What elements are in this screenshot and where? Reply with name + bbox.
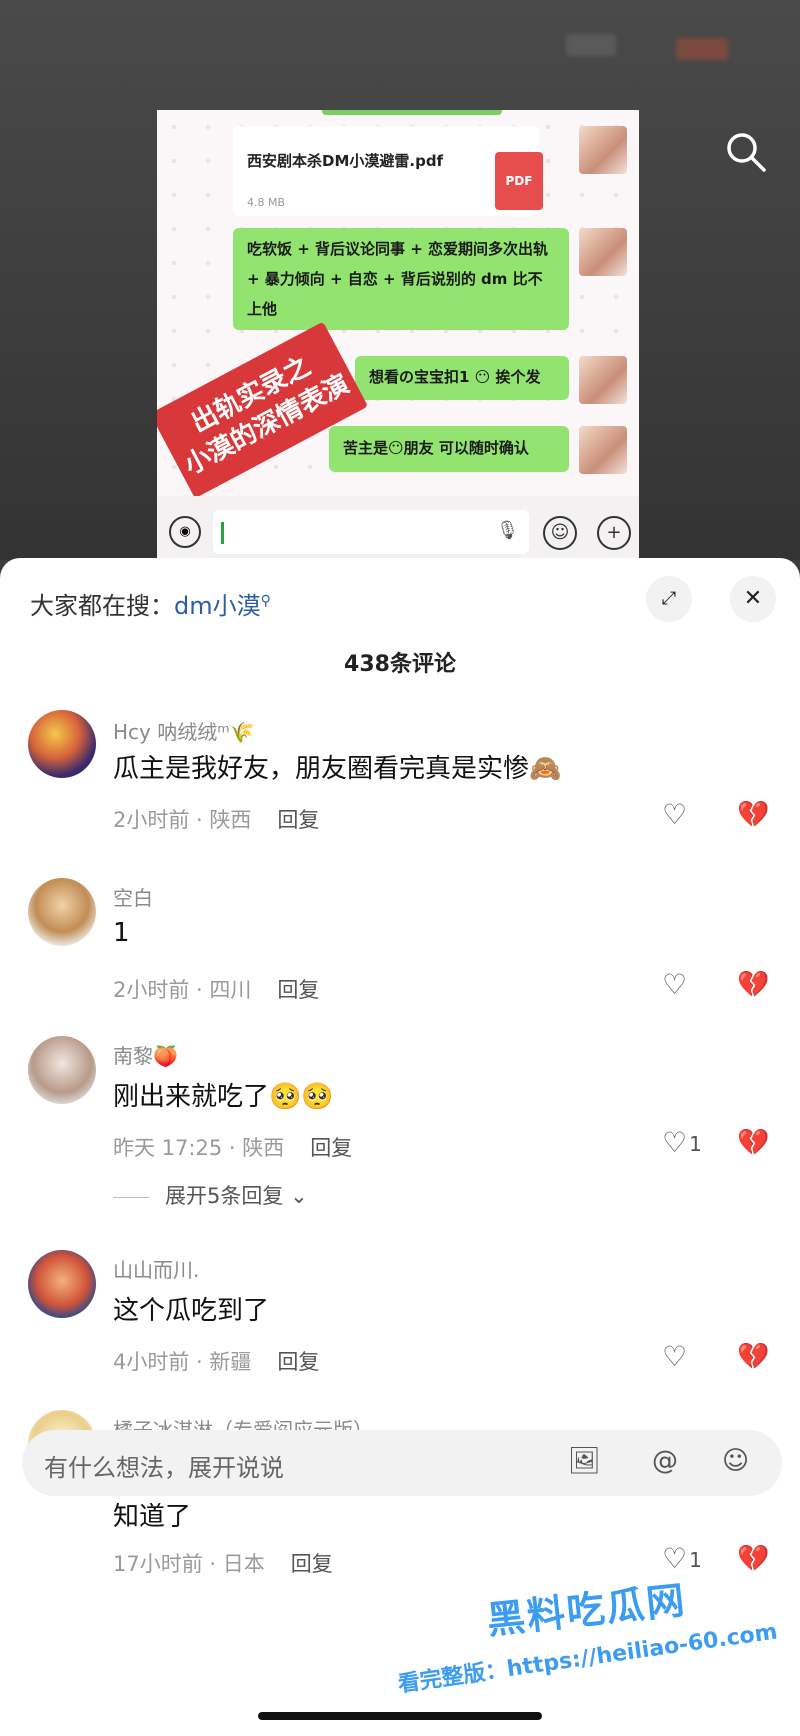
chat-input-bar: ◉ 🎙 ☺ + <box>157 496 639 560</box>
expand-icon[interactable]: ⤢ <box>646 576 692 622</box>
hot-search-label: 大家都在搜： <box>30 592 174 620</box>
search-small-icon: ⚲ <box>260 593 271 609</box>
comment-input-bar[interactable]: 有什么想法，展开说说 🖼 @ ☺ <box>22 1430 782 1496</box>
dislike-broken-heart-icon[interactable]: 💔 <box>737 1128 769 1158</box>
chat-text-field: 🎙 <box>213 510 529 554</box>
chevron-down-icon: ⌄ <box>290 1184 308 1208</box>
image-icon[interactable]: 🖼 <box>568 1446 601 1476</box>
sender-avatar <box>579 426 627 474</box>
voice-icon: ◉ <box>169 516 201 548</box>
comment-text: 刚出来就吃了🥺🥺 <box>113 1082 334 1112</box>
text-caret <box>221 522 224 544</box>
comment-count: 438条评论 <box>344 652 456 677</box>
hot-search-bar[interactable]: 大家都在搜：dm小漠⚲ <box>30 586 271 621</box>
pdf-file-name: 西安剧本杀DM小漠避雷.pdf <box>247 152 444 170</box>
comment-time-location: 2小时前 · 陕西 <box>113 808 252 832</box>
heart-icon: ♡ <box>662 968 688 1001</box>
emoji-icon: ☺ <box>543 516 577 550</box>
like-count: 1 <box>689 1132 702 1156</box>
chat-bubble: 想看の宝宝扣1 😶 挨个发 <box>355 356 569 400</box>
like-button[interactable]: ♡ 1 <box>662 1126 702 1159</box>
heart-icon: ♡ <box>662 1340 688 1373</box>
reply-button[interactable]: 回复 <box>310 1136 352 1160</box>
heart-icon: ♡ <box>662 798 688 831</box>
avatar[interactable] <box>28 1250 96 1318</box>
comments-sheet: 大家都在搜：dm小漠⚲ ⤢ ✕ 438条评论 Hcy 呐绒绒ᵐ🌾 瓜主是我好友，… <box>0 558 800 1736</box>
sender-avatar <box>579 126 627 174</box>
comment-time-location: 昨天 17:25 · 陕西 <box>113 1136 285 1160</box>
sender-avatar <box>579 356 627 404</box>
chat-screenshot: 西安剧本杀DM小漠避雷.pdf 4.8 MB PDF 吃软饭 + 背后议论同事 … <box>157 110 639 560</box>
status-icon <box>566 34 616 56</box>
heart-icon: ♡ <box>662 1126 688 1159</box>
comment-input-placeholder[interactable]: 有什么想法，展开说说 <box>44 1448 284 1483</box>
reply-button[interactable]: 回复 <box>277 978 319 1002</box>
plus-icon: + <box>597 516 631 550</box>
chat-bubble: 苦主是😶朋友 可以随时确认 <box>329 426 569 472</box>
comment-time-location: 2小时前 · 四川 <box>113 978 252 1002</box>
comment-username[interactable]: Hcy 呐绒绒ᵐ🌾 <box>113 716 255 745</box>
expand-replies-label: 展开5条回复 <box>165 1184 284 1208</box>
mention-icon[interactable]: @ <box>652 1446 678 1476</box>
chat-bubble: 吃软饭 + 背后议论同事 + 恋爱期间多次出轨+ 暴力倾向 + 自恋 + 背后说… <box>233 228 569 330</box>
home-indicator[interactable] <box>258 1712 542 1720</box>
comment-text: 这个瓜吃到了 <box>113 1296 270 1326</box>
like-button[interactable]: ♡ <box>662 968 689 1001</box>
like-button[interactable]: ♡ <box>662 1340 689 1373</box>
status-icon <box>676 38 728 60</box>
avatar[interactable] <box>28 878 96 946</box>
pdf-icon: PDF <box>495 152 543 210</box>
comment-username[interactable]: 南黎🍑 <box>113 1040 178 1069</box>
reply-button[interactable]: 回复 <box>277 1350 319 1374</box>
pdf-file-card: 西安剧本杀DM小漠避雷.pdf 4.8 MB PDF <box>233 126 543 216</box>
sender-avatar <box>579 228 627 276</box>
expand-replies-button[interactable]: 展开5条回复 ⌄ <box>113 1180 308 1210</box>
like-button[interactable]: ♡ <box>662 798 689 831</box>
comment-username[interactable]: 空白 <box>113 882 153 911</box>
avatar[interactable] <box>28 710 96 778</box>
comment-username[interactable]: 山山而川. <box>113 1254 199 1283</box>
dislike-broken-heart-icon[interactable]: 💔 <box>737 800 769 830</box>
search-icon[interactable] <box>722 128 770 176</box>
watermark: 黑料吃瓜网 看完整版：https://heiliao-60.com <box>396 1574 786 1698</box>
comment-text: 瓜主是我好友，朋友圈看完真是实惨🙈 <box>113 754 562 784</box>
dislike-broken-heart-icon[interactable]: 💔 <box>737 970 769 1000</box>
avatar[interactable] <box>28 1036 96 1104</box>
close-icon[interactable]: ✕ <box>730 576 776 622</box>
hot-search-keyword[interactable]: dm小漠 <box>174 592 261 620</box>
reply-button[interactable]: 回复 <box>291 1552 333 1576</box>
dislike-broken-heart-icon[interactable]: 💔 <box>737 1342 769 1372</box>
mic-icon: 🎙 <box>496 520 519 541</box>
comment-text: 1 <box>113 918 130 948</box>
comment-time-location: 4小时前 · 新疆 <box>113 1350 252 1374</box>
reply-button[interactable]: 回复 <box>277 808 319 832</box>
pdf-file-size: 4.8 MB <box>247 196 286 209</box>
emoji-icon[interactable]: ☺ <box>722 1446 749 1476</box>
chat-top-strip <box>157 110 639 116</box>
comment-time-location: 17小时前 · 日本 <box>113 1552 265 1576</box>
